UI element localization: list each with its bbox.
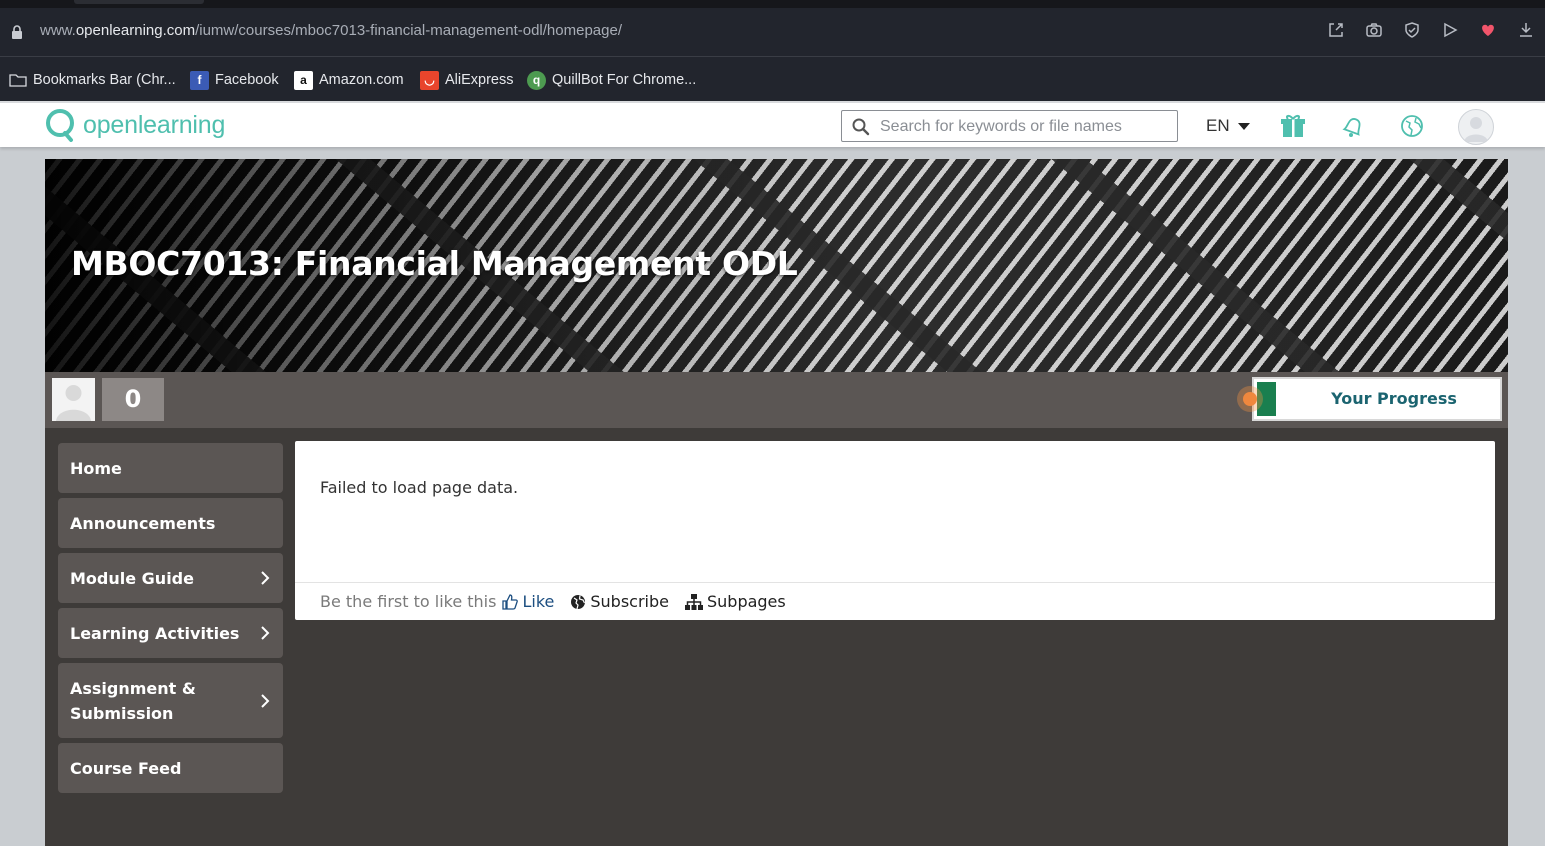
url-prefix: www. bbox=[40, 22, 76, 39]
url-text[interactable]: www.openlearning.com/iumw/courses/mboc70… bbox=[40, 22, 622, 39]
folder-icon bbox=[9, 74, 27, 87]
bookmark-label: AliExpress bbox=[445, 72, 514, 88]
like-prompt: Be the first to like this bbox=[320, 592, 497, 611]
subscribe-label: Subscribe bbox=[590, 592, 669, 611]
browser-tab[interactable] bbox=[74, 0, 204, 4]
aliexpress-icon: ◡ bbox=[420, 70, 439, 90]
download-icon[interactable] bbox=[1507, 21, 1545, 43]
your-progress-button[interactable]: Your Progress bbox=[1252, 377, 1502, 421]
search-box[interactable] bbox=[841, 110, 1178, 142]
address-bar-actions bbox=[1317, 21, 1545, 43]
sidebar-item-label: Learning Activities bbox=[70, 623, 240, 643]
amazon-icon: a bbox=[294, 70, 313, 90]
bookmark-amazon[interactable]: a Amazon.com bbox=[294, 69, 404, 91]
progress-label: Your Progress bbox=[1331, 389, 1457, 408]
progress-indicator-dot bbox=[1237, 386, 1263, 412]
browser-address-bar[interactable]: www.openlearning.com/iumw/courses/mboc70… bbox=[0, 8, 1545, 56]
search-icon bbox=[852, 118, 870, 136]
sidebar-item-label: Assignment & Submission bbox=[70, 678, 196, 723]
content-panel: Failed to load page data. Be the first t… bbox=[295, 441, 1495, 620]
openlearning-logo[interactable]: openlearning bbox=[45, 107, 225, 143]
bookmark-aliexpress[interactable]: ◡ AliExpress bbox=[420, 69, 514, 91]
course-container: MBOC7013: Financial Management ODL 0 You… bbox=[45, 159, 1508, 846]
sidebar-item-module-guide[interactable]: Module Guide bbox=[58, 553, 283, 603]
language-label: EN bbox=[1206, 116, 1230, 135]
sidebar-item-label: Home bbox=[70, 458, 122, 478]
sidebar-item-assignment-submission[interactable]: Assignment & Submission bbox=[58, 663, 283, 738]
site-header: openlearning EN bbox=[0, 101, 1545, 147]
bookmark-label: QuillBot For Chrome... bbox=[552, 72, 697, 88]
lock-icon bbox=[12, 25, 22, 39]
course-title: MBOC7013: Financial Management ODL bbox=[71, 244, 798, 283]
chevron-right-icon bbox=[261, 626, 270, 640]
share-icon[interactable] bbox=[1317, 21, 1355, 43]
user-avatar[interactable] bbox=[1458, 109, 1494, 145]
chevron-right-icon bbox=[261, 571, 270, 585]
subpages-button[interactable]: Subpages bbox=[684, 592, 786, 611]
sidebar-item-course-feed[interactable]: Course Feed bbox=[58, 743, 283, 793]
content-actions: Be the first to like this Like Subscribe… bbox=[295, 582, 1495, 620]
user-silhouette-icon bbox=[56, 385, 91, 421]
logo-text: openlearning bbox=[83, 110, 226, 139]
language-selector[interactable]: EN bbox=[1206, 116, 1250, 136]
bookmark-quillbot[interactable]: q QuillBot For Chrome... bbox=[527, 69, 696, 91]
subpages-label: Subpages bbox=[706, 592, 786, 611]
url-path: /iumw/courses/mboc7013-financial-managem… bbox=[195, 22, 622, 39]
bell-icon[interactable] bbox=[1340, 113, 1366, 139]
facebook-icon: f bbox=[190, 70, 209, 90]
quillbot-icon: q bbox=[527, 70, 546, 90]
chevron-right-icon bbox=[261, 693, 270, 708]
bookmark-folder[interactable]: Bookmarks Bar (Chr... bbox=[9, 69, 176, 91]
subscribe-button[interactable]: Subscribe bbox=[570, 592, 669, 611]
heart-icon[interactable] bbox=[1469, 21, 1507, 43]
camera-icon[interactable] bbox=[1355, 21, 1393, 43]
shield-icon[interactable] bbox=[1393, 21, 1431, 43]
logo-mark-icon bbox=[46, 109, 74, 142]
bookmarks-bar: Bookmarks Bar (Chr... f Facebook a Amazo… bbox=[0, 56, 1545, 101]
search-input[interactable] bbox=[878, 115, 1172, 139]
sidebar-item-label: Module Guide bbox=[70, 568, 194, 588]
caret-down-icon bbox=[1237, 122, 1250, 130]
gift-icon[interactable] bbox=[1280, 113, 1306, 139]
url-domain: openlearning.com bbox=[75, 22, 196, 39]
sidebar-item-home[interactable]: Home bbox=[58, 443, 283, 493]
globe-icon[interactable] bbox=[1399, 113, 1425, 139]
browser-tab-strip bbox=[0, 0, 1545, 8]
thumbs-up-icon bbox=[502, 593, 519, 610]
bookmark-label: Facebook bbox=[215, 72, 279, 88]
course-sidebar: Home Announcements Module Guide Learning… bbox=[58, 443, 283, 798]
sidebar-item-learning-activities[interactable]: Learning Activities bbox=[58, 608, 283, 658]
bookmark-label: Amazon.com bbox=[319, 72, 404, 88]
play-icon[interactable] bbox=[1431, 21, 1469, 43]
sidebar-item-label: Course Feed bbox=[70, 758, 182, 778]
sidebar-item-announcements[interactable]: Announcements bbox=[58, 498, 283, 548]
error-message: Failed to load page data. bbox=[320, 478, 519, 497]
sitemap-icon bbox=[684, 593, 703, 610]
user-count-badge: 0 bbox=[102, 378, 164, 421]
user-profile-picture[interactable] bbox=[52, 378, 95, 421]
sidebar-item-label: Announcements bbox=[70, 513, 216, 533]
user-silhouette-icon bbox=[1464, 117, 1488, 142]
course-info-bar: 0 Your Progress bbox=[45, 372, 1508, 428]
bookmark-facebook[interactable]: f Facebook bbox=[190, 69, 279, 91]
like-label: Like bbox=[522, 592, 555, 611]
like-button[interactable]: Like bbox=[502, 592, 554, 611]
globe-icon bbox=[571, 594, 586, 609]
bookmark-label: Bookmarks Bar (Chr... bbox=[33, 72, 176, 88]
